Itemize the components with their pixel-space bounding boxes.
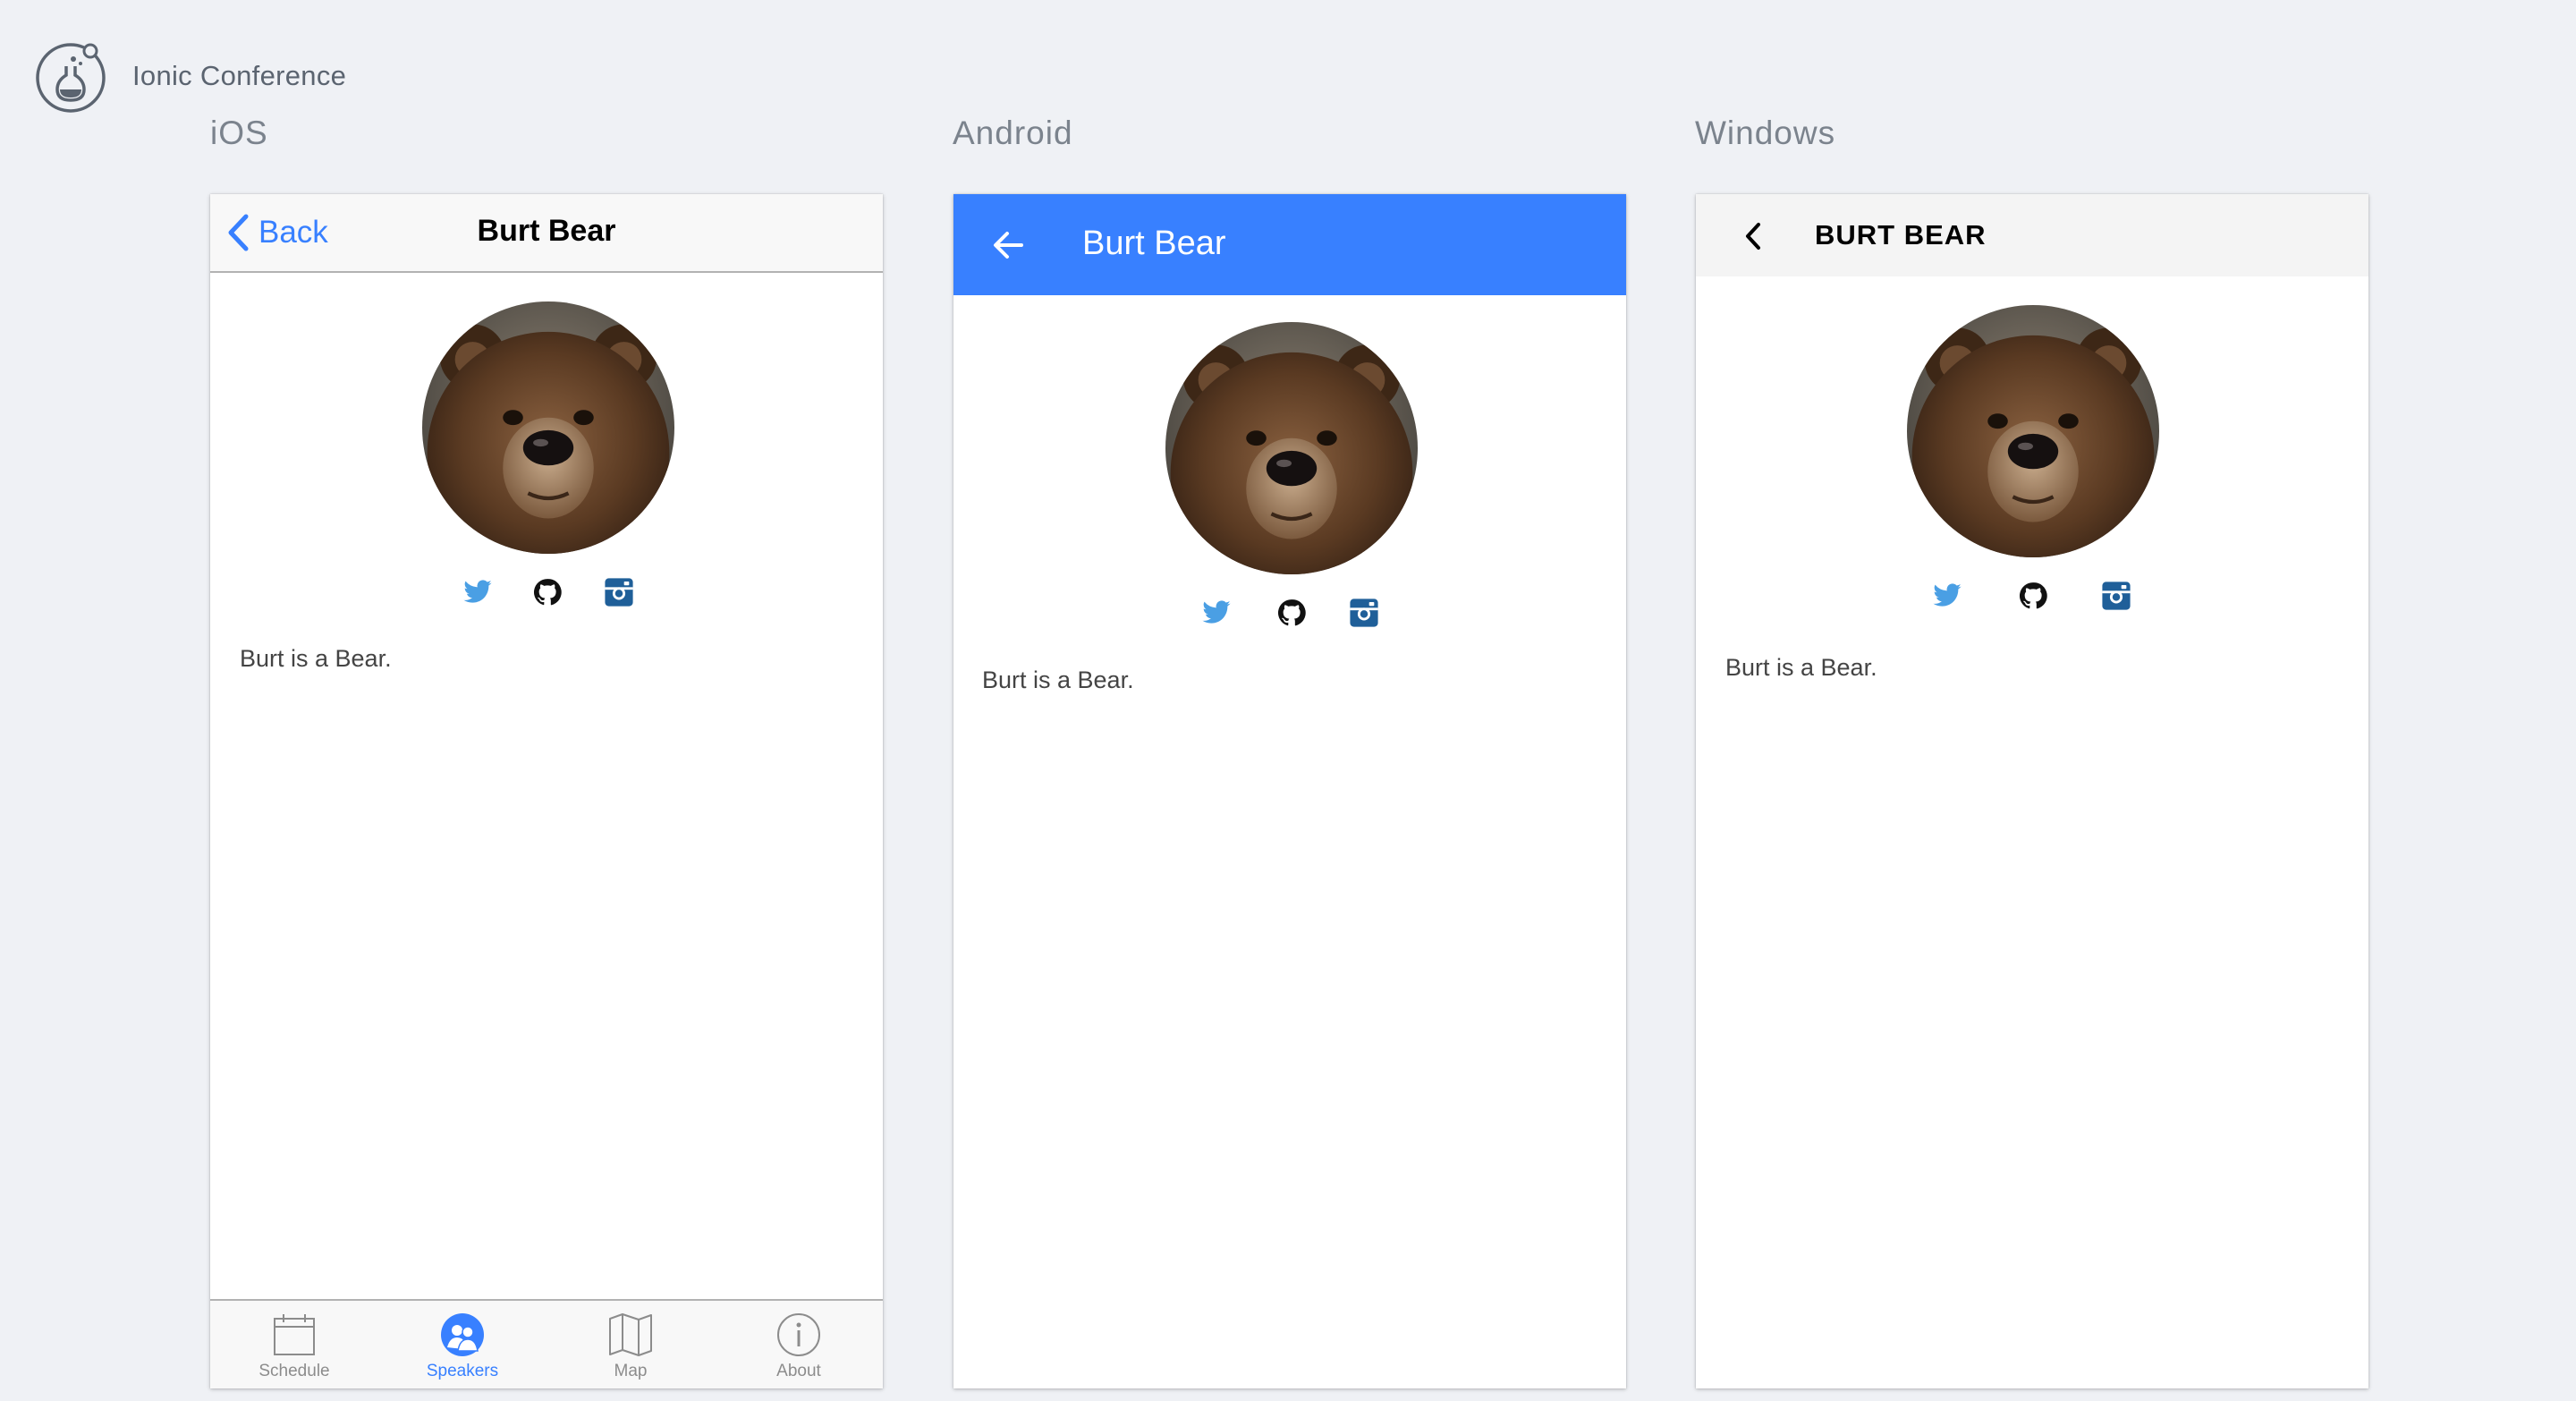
arrow-back-icon[interactable] <box>989 226 1027 264</box>
speaker-bio: Burt is a Bear. <box>1725 654 1877 681</box>
twitter-icon[interactable] <box>1201 598 1232 628</box>
speaker-avatar <box>1165 322 1418 574</box>
page-title: Burt Bear <box>477 214 616 248</box>
platform-label-windows: Windows <box>1695 115 1836 151</box>
contacts-icon <box>441 1313 484 1356</box>
twitter-icon[interactable] <box>462 577 493 607</box>
twitter-icon[interactable] <box>1932 581 1962 611</box>
platform-label-ios: iOS <box>210 115 268 151</box>
platform-label-android: Android <box>953 115 1073 151</box>
instagram-icon[interactable] <box>1349 598 1379 628</box>
social-links <box>1696 581 2368 616</box>
tab-bar: Schedule Speakers Map About <box>210 1299 883 1388</box>
chevron-left-icon[interactable] <box>1741 221 1767 251</box>
ionic-flask-logo-icon <box>36 43 106 113</box>
page-title: BURT BEAR <box>1815 219 1987 250</box>
app-title: Ionic Conference <box>132 60 347 91</box>
tab-label: About <box>776 1362 821 1380</box>
calendar-icon <box>274 1314 315 1355</box>
map-icon <box>609 1313 652 1356</box>
bear-photo <box>422 301 674 554</box>
ios-navbar: Back Burt Bear <box>210 194 883 273</box>
tab-map[interactable]: Map <box>547 1301 715 1388</box>
bear-photo <box>1907 305 2159 557</box>
tab-about[interactable]: About <box>715 1301 883 1388</box>
github-icon[interactable] <box>1276 598 1307 628</box>
github-icon[interactable] <box>2018 581 2048 611</box>
speaker-bio: Burt is a Bear. <box>240 645 392 672</box>
page-title: Burt Bear <box>1082 225 1226 262</box>
speaker-avatar <box>422 301 674 554</box>
tab-label: Map <box>614 1362 648 1380</box>
android-phone-preview: Burt Bear Burt is a Bear. <box>953 194 1626 1388</box>
speaker-avatar <box>1907 305 2159 557</box>
tab-label: Speakers <box>426 1362 499 1380</box>
github-icon[interactable] <box>532 577 563 607</box>
android-toolbar: Burt Bear <box>953 194 1626 295</box>
ios-phone-preview: Back Burt Bear Burt is a Bear. Schedule … <box>210 194 883 1388</box>
instagram-icon[interactable] <box>604 577 634 607</box>
tab-speakers[interactable]: Speakers <box>378 1301 547 1388</box>
windows-phone-preview: BURT BEAR Burt is a Bear. <box>1696 194 2368 1388</box>
info-icon <box>777 1313 820 1356</box>
bear-photo <box>1165 322 1418 574</box>
social-links <box>953 598 1626 633</box>
instagram-icon[interactable] <box>2101 581 2131 611</box>
app-brand: Ionic Conference <box>34 38 346 115</box>
windows-toolbar: BURT BEAR <box>1696 194 2368 276</box>
social-links <box>210 577 883 613</box>
speaker-bio: Burt is a Bear. <box>982 667 1134 693</box>
tab-label: Schedule <box>258 1362 330 1380</box>
tab-schedule[interactable]: Schedule <box>210 1301 378 1388</box>
